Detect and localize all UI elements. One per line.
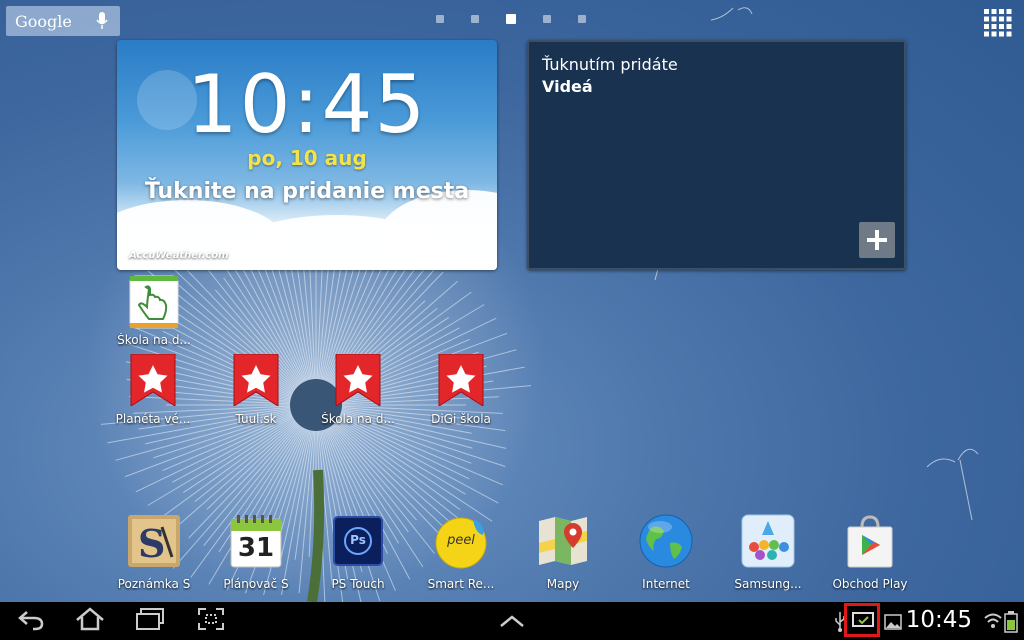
- page-dot[interactable]: [578, 15, 586, 23]
- bookmark-shortcut[interactable]: DiGi škola: [409, 353, 513, 426]
- shortcut-label: Planéta vé...: [115, 412, 191, 426]
- app-label: Poznámka S: [117, 577, 191, 591]
- shortcut-label: Škola na d...: [117, 333, 191, 347]
- calendar-day: 31: [237, 533, 275, 563]
- app-internet[interactable]: Internet: [614, 513, 718, 591]
- s-note-icon: S: [126, 513, 182, 569]
- accuweather-logo: AccuWeather.com: [129, 250, 229, 261]
- google-label: Google: [15, 12, 72, 31]
- calendar-icon: 31: [228, 513, 284, 569]
- app-play-store[interactable]: Obchod Play: [818, 513, 922, 591]
- widget-date: po, 10 aug: [247, 146, 367, 170]
- add-city-prompt[interactable]: Ťuknite na pridanie mesta: [117, 179, 497, 204]
- back-icon[interactable]: [17, 607, 45, 631]
- video-widget-title: Videá: [542, 77, 593, 96]
- skola-hand-icon: [129, 275, 179, 329]
- video-widget-hint: Ťuknutím pridáte: [542, 55, 678, 74]
- shortcut-label: DiGi škola: [431, 412, 491, 426]
- app-label: Mapy: [546, 577, 580, 591]
- app-smart-remote[interactable]: peel Smart Re...: [409, 513, 513, 591]
- apps-grid-icon[interactable]: [984, 9, 1012, 37]
- maps-icon: [535, 513, 591, 569]
- peel-badge: peel: [447, 533, 475, 548]
- page-indicator: [436, 14, 586, 24]
- wifi-icon[interactable]: [984, 611, 1002, 631]
- weather-clock-widget[interactable]: 10:45 po, 10 aug Ťuknite na pridanie mes…: [117, 40, 497, 270]
- ps-badge: Ps: [350, 533, 366, 547]
- peel-remote-icon: peel: [433, 513, 489, 569]
- bookmark-star-icon: [127, 353, 179, 407]
- app-maps[interactable]: Mapy: [511, 513, 615, 591]
- shortcut-label: Škola na d...: [321, 412, 395, 426]
- wallpaper: Google 10:45 po, 10 aug Ťuknite na prida…: [0, 0, 1024, 602]
- shortcut-skola-na-dialku-app[interactable]: Škola na d...: [102, 275, 206, 347]
- app-samsung-apps[interactable]: Samsung...: [716, 513, 820, 591]
- page-dot[interactable]: [436, 15, 444, 23]
- bookmark-star-icon: [230, 353, 282, 407]
- app-label: Samsung...: [734, 577, 802, 591]
- video-widget[interactable]: Ťuknutím pridáte Videá: [527, 40, 906, 270]
- page-dot[interactable]: [471, 15, 479, 23]
- recent-apps-icon[interactable]: [135, 607, 165, 631]
- shortcut-label: Tuul.sk: [235, 412, 277, 426]
- widget-clock-time: 10:45: [186, 58, 428, 151]
- app-label: Obchod Play: [832, 577, 908, 591]
- highlight-box: [844, 603, 880, 637]
- google-search-bar[interactable]: Google: [6, 6, 120, 36]
- page-dot-active[interactable]: [506, 14, 516, 24]
- bookmark-shortcut[interactable]: Tuul.sk: [204, 353, 308, 426]
- system-bar: 10:45: [0, 602, 1024, 640]
- bookmark-shortcut[interactable]: Planéta vé...: [101, 353, 205, 426]
- app-label: PS Touch: [331, 577, 385, 591]
- bookmark-star-icon: [435, 353, 487, 407]
- battery-icon[interactable]: [1004, 611, 1018, 633]
- app-label: Plánovač S: [223, 577, 289, 591]
- microphone-icon[interactable]: [96, 12, 108, 30]
- ps-touch-icon: Ps: [330, 513, 386, 569]
- gallery-icon[interactable]: [884, 614, 902, 630]
- bookmark-shortcut[interactable]: Škola na d...: [306, 353, 410, 426]
- add-video-button[interactable]: [859, 222, 895, 258]
- chevron-up-icon[interactable]: [499, 614, 525, 628]
- status-bar-clock[interactable]: 10:45: [906, 607, 972, 633]
- app-label: Internet: [642, 577, 690, 591]
- home-icon[interactable]: [74, 607, 106, 631]
- play-store-icon: [842, 513, 898, 569]
- app-s-planner[interactable]: 31 Plánovač S: [204, 513, 308, 591]
- bookmark-star-icon: [332, 353, 384, 407]
- app-s-note[interactable]: S Poznámka S: [102, 513, 206, 591]
- page-dot[interactable]: [543, 15, 551, 23]
- app-label: Smart Re...: [427, 577, 495, 591]
- app-ps-touch[interactable]: Ps PS Touch: [306, 513, 410, 591]
- globe-icon: [638, 513, 694, 569]
- screenshot-icon[interactable]: [197, 607, 225, 631]
- samsung-apps-icon: [740, 513, 796, 569]
